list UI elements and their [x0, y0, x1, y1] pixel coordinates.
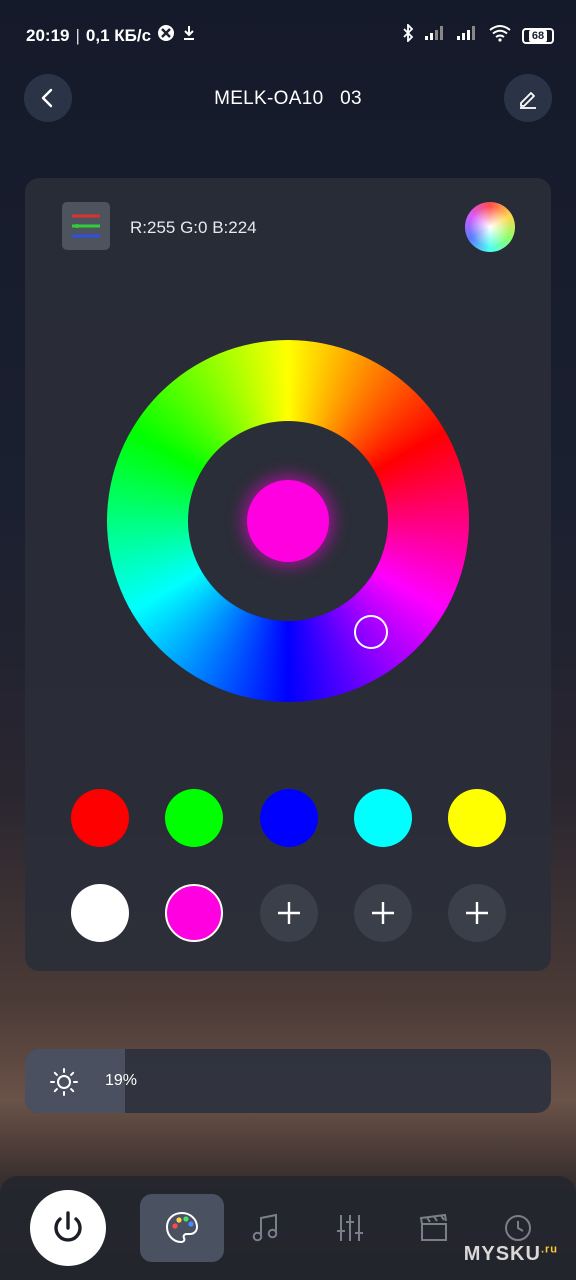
add-color-button[interactable]	[260, 884, 318, 942]
watermark-suffix: .ru	[540, 1243, 558, 1256]
watermark: MYSKU.ru	[464, 1243, 558, 1266]
status-left: 20:19 | 0,1 КБ/с	[26, 24, 197, 47]
rgb-mode-button[interactable]	[62, 202, 110, 250]
preset-color-blue[interactable]	[260, 789, 318, 847]
edit-icon	[520, 92, 536, 109]
clock-icon	[505, 1215, 531, 1241]
add-color-button[interactable]	[448, 884, 506, 942]
preset-color-red[interactable]	[71, 789, 129, 847]
color-wheel[interactable]	[107, 340, 469, 702]
scene-icon	[419, 1213, 447, 1241]
color-wheel-center	[188, 421, 388, 621]
top-bar: MELK-OA10 03	[0, 72, 576, 126]
sun-icon	[50, 1068, 78, 1096]
status-divider: |	[75, 25, 80, 45]
status-time: 20:19	[26, 25, 70, 45]
download-icon	[181, 24, 197, 47]
signal-icon	[456, 25, 478, 46]
tab-music[interactable]	[224, 1194, 308, 1262]
signal-icon	[424, 25, 446, 46]
status-bar: 20:19 | 0,1 КБ/с 68	[0, 0, 576, 70]
brightness-value: 19%	[105, 1072, 138, 1089]
battery-icon: 68	[522, 27, 554, 44]
preset-color-green[interactable]	[165, 789, 223, 847]
brightness-slider[interactable]: 19%	[25, 1049, 551, 1113]
music-icon	[252, 1213, 278, 1242]
plus-icon	[278, 902, 300, 924]
bluetooth-icon	[402, 22, 414, 47]
current-color-preview	[247, 480, 329, 562]
status-right: 68	[402, 22, 554, 47]
tab-adjust[interactable]	[308, 1194, 392, 1262]
power-icon	[54, 1211, 82, 1242]
tab-color[interactable]	[140, 1194, 224, 1262]
preset-color-yellow[interactable]	[448, 789, 506, 847]
edit-button[interactable]	[504, 74, 552, 122]
rgb-readout: R:255 G:0 B:224	[130, 218, 257, 237]
wifi-icon	[488, 24, 512, 47]
plus-icon	[372, 902, 394, 924]
power-button[interactable]	[30, 1190, 106, 1266]
color-wheel-handle[interactable]	[354, 615, 388, 649]
vpn-icon	[157, 24, 175, 47]
preset-color-magenta[interactable]	[165, 884, 223, 942]
add-color-button[interactable]	[354, 884, 412, 942]
preset-color-white[interactable]	[71, 884, 129, 942]
color-card: R:255 G:0 B:224	[25, 178, 551, 971]
preset-color-cyan[interactable]	[354, 789, 412, 847]
sliders-icon	[337, 1215, 363, 1241]
status-speed: 0,1 КБ/с	[85, 25, 152, 45]
battery-level: 68	[528, 29, 548, 42]
plus-icon	[466, 902, 488, 924]
spectrum-icon[interactable]	[465, 202, 515, 252]
device-title: MELK-OA10 03	[214, 88, 362, 109]
palette-icon	[165, 1211, 199, 1244]
watermark-text: MYSKU	[463, 1243, 541, 1265]
rgb-lines-icon	[72, 214, 100, 238]
